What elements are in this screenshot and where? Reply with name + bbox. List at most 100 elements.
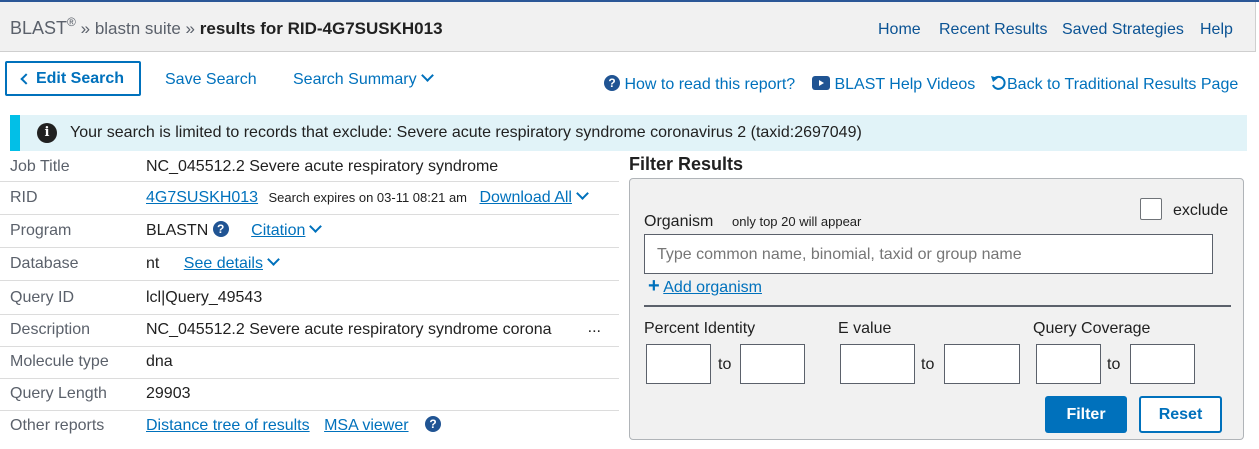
video-icon (812, 75, 830, 90)
percent-identity-to: to (718, 356, 732, 373)
summary-row-other-reports: Other reports Distance tree of results M… (0, 410, 619, 442)
search-summary-toggle[interactable]: Search Summary (293, 69, 434, 89)
question-icon[interactable]: ? (212, 220, 229, 237)
nav-home[interactable]: Home (878, 21, 921, 39)
program-label: Program (10, 222, 72, 239)
summary-row-job-title: Job Title NC_045512.2 Severe acute respi… (0, 151, 619, 182)
registered-mark: ® (67, 15, 76, 29)
plus-icon: + (648, 275, 660, 297)
help-videos-link[interactable]: BLAST Help Videos (812, 75, 976, 94)
rid-link[interactable]: 4G7SUSKH013 (146, 189, 258, 206)
edit-search-button[interactable]: Edit Search (5, 61, 141, 96)
chevron-down-icon (309, 220, 323, 233)
database-value: nt (146, 255, 160, 272)
program-value-group: BLASTN ? Citation (146, 220, 323, 240)
download-all-menu[interactable]: Download All (479, 187, 589, 206)
e-value-label: E value (838, 320, 892, 337)
summary-row-rid: RID 4G7SUSKH013 Search expires on 03-11 … (0, 182, 619, 215)
question-icon[interactable]: ? (425, 415, 441, 432)
add-organism-link[interactable]: + Add organism (648, 275, 762, 298)
database-value-group: nt See details (146, 253, 280, 273)
query-coverage-label: Query Coverage (1033, 320, 1151, 337)
summary-row-query-length: Query Length 29903 (0, 378, 619, 411)
search-summary-label: Search Summary (293, 71, 417, 88)
chevron-down-icon (576, 187, 589, 200)
question-icon: ? (604, 74, 620, 91)
back-traditional-link[interactable]: Back to Traditional Results Page (990, 75, 1239, 94)
job-title-value: NC_045512.2 Severe acute respiratory syn… (146, 158, 499, 175)
exclude-checkbox[interactable] (1140, 198, 1162, 220)
nav-saved-strategies[interactable]: Saved Strategies (1062, 21, 1184, 39)
molecule-type-value: dna (146, 353, 173, 370)
how-to-read-link[interactable]: ? How to read this report? (604, 74, 796, 94)
organism-search-input[interactable]: Type common name, binomial, taxid or gro… (644, 234, 1213, 274)
percent-identity-min-input[interactable] (646, 344, 711, 384)
job-title-label: Job Title (10, 158, 70, 175)
see-details-menu[interactable]: See details (183, 253, 280, 272)
help-videos-label: BLAST Help Videos (834, 76, 976, 93)
filter-results-title: Filter Results (629, 154, 744, 174)
chevron-down-icon (267, 253, 280, 266)
back-traditional-label: Back to Traditional Results Page (1007, 76, 1239, 93)
e-value-min-input[interactable] (840, 344, 915, 384)
breadcrumb: BLAST® » blastn suite » results for RID-… (10, 15, 443, 39)
breadcrumb-separator: » (80, 19, 91, 38)
database-label: Database (10, 255, 79, 272)
msa-viewer-link[interactable]: MSA viewer (324, 417, 408, 434)
percent-identity-max-input[interactable] (740, 344, 805, 384)
exclusion-alert: i Your search is limited to records that… (10, 115, 1247, 151)
program-value: BLASTN (146, 222, 209, 239)
distance-tree-link[interactable]: Distance tree of results (146, 417, 310, 434)
breadcrumb-suite[interactable]: blastn suite (95, 19, 181, 38)
summary-row-query-id: Query ID lcl|Query_49543 (0, 282, 619, 315)
chevron-down-icon (420, 69, 434, 82)
filter-button[interactable]: Filter (1045, 396, 1127, 433)
citation-label: Citation (251, 222, 306, 239)
molecule-type-label: Molecule type (10, 353, 109, 370)
exclude-label: exclude (1173, 202, 1229, 219)
citation-menu[interactable]: Citation (251, 220, 323, 239)
query-id-label: Query ID (10, 289, 75, 306)
e-value-max-input[interactable] (944, 344, 1020, 384)
edit-search-label: Edit Search (35, 69, 125, 87)
other-reports-label: Other reports (10, 417, 105, 434)
see-details-label: See details (183, 255, 263, 272)
header-bar: BLAST® » blastn suite » results for RID-… (0, 2, 1256, 52)
description-label: Description (10, 321, 91, 338)
description-expand-button[interactable]: ... (588, 319, 601, 337)
query-coverage-max-input[interactable] (1130, 344, 1195, 384)
alert-text: Your search is limited to records that e… (70, 124, 862, 141)
query-length-label: Query Length (10, 385, 107, 402)
filter-panel: Organism only top 20 will appear exclude… (629, 178, 1244, 440)
query-id-value: lcl|Query_49543 (146, 289, 263, 306)
info-icon: i (37, 123, 57, 143)
how-to-read-label: How to read this report? (624, 76, 796, 93)
rid-expires: Search expires on 03-11 08:21 am (268, 190, 468, 205)
query-length-value: 29903 (146, 385, 191, 402)
percent-identity-label: Percent Identity (644, 320, 756, 337)
organism-note: only top 20 will appear (732, 214, 862, 229)
summary-row-molecule-type: Molecule type dna (0, 346, 619, 379)
rid-value-group: 4G7SUSKH013 Search expires on 03-11 08:2… (146, 187, 589, 207)
brand-link[interactable]: BLAST (10, 18, 67, 38)
query-coverage-min-input[interactable] (1036, 344, 1101, 384)
nav-help[interactable]: Help (1200, 21, 1233, 39)
e-value-to: to (921, 356, 935, 373)
summary-row-description: Description NC_045512.2 Severe acute res… (0, 314, 619, 347)
page-title: results for RID-4G7SUSKH013 (199, 19, 443, 38)
add-organism-label: Add organism (663, 279, 762, 296)
other-reports-links: Distance tree of results MSA viewer ? (146, 415, 441, 435)
nav-recent-results[interactable]: Recent Results (939, 21, 1048, 39)
chevron-left-icon (20, 72, 32, 85)
organism-label: Organism (644, 213, 714, 230)
back-arrow-icon (991, 75, 1006, 90)
save-search-link[interactable]: Save Search (165, 71, 257, 89)
filter-divider (644, 305, 1231, 307)
download-all-label: Download All (479, 189, 572, 206)
summary-row-database: Database nt See details (0, 248, 619, 281)
description-value: NC_045512.2 Severe acute respiratory syn… (146, 321, 552, 338)
breadcrumb-separator: » (185, 19, 196, 38)
reset-button[interactable]: Reset (1139, 396, 1222, 433)
summary-row-program: Program BLASTN ? Citation (0, 215, 619, 248)
rid-label: RID (10, 189, 38, 206)
